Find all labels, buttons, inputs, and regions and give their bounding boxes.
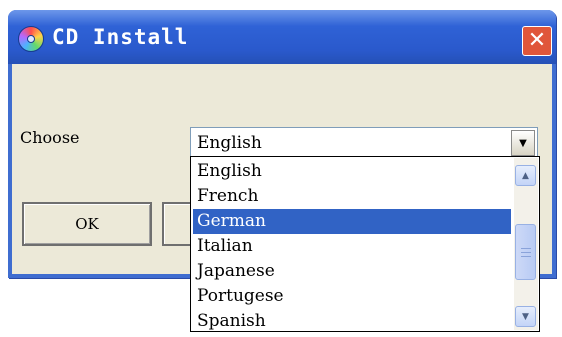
list-item-japanese[interactable]: Japanese: [193, 259, 511, 284]
close-button[interactable]: ✕: [522, 26, 552, 56]
language-dropdown-list: English French German Italian Japanese P…: [190, 156, 540, 332]
language-combobox-value: English: [197, 133, 262, 153]
grip-line: [521, 252, 531, 253]
list-item-english[interactable]: English: [193, 159, 511, 184]
list-item-spanish[interactable]: Spanish: [193, 309, 511, 334]
scroll-down-icon[interactable]: ▼: [515, 306, 536, 327]
cd-disc-icon: [18, 26, 44, 52]
list-item-french[interactable]: French: [193, 184, 511, 209]
window-title: CD Install: [52, 25, 189, 49]
dropdown-scrollbar[interactable]: ▲ ▼: [514, 158, 538, 330]
chevron-down-icon[interactable]: ▼: [511, 130, 535, 156]
grip-line: [521, 248, 531, 249]
list-item-german[interactable]: German: [193, 209, 511, 234]
list-item-portugese[interactable]: Portugese: [193, 284, 511, 309]
choose-label: Choose: [20, 128, 80, 147]
language-combobox[interactable]: English ▼: [190, 127, 538, 159]
title-bar[interactable]: CD Install ✕: [8, 10, 556, 64]
grip-line: [521, 256, 531, 257]
scrollbar-thumb[interactable]: [515, 224, 536, 280]
list-item-italian[interactable]: Italian: [193, 234, 511, 259]
ok-button[interactable]: OK: [22, 202, 152, 246]
scroll-up-icon[interactable]: ▲: [515, 165, 536, 186]
